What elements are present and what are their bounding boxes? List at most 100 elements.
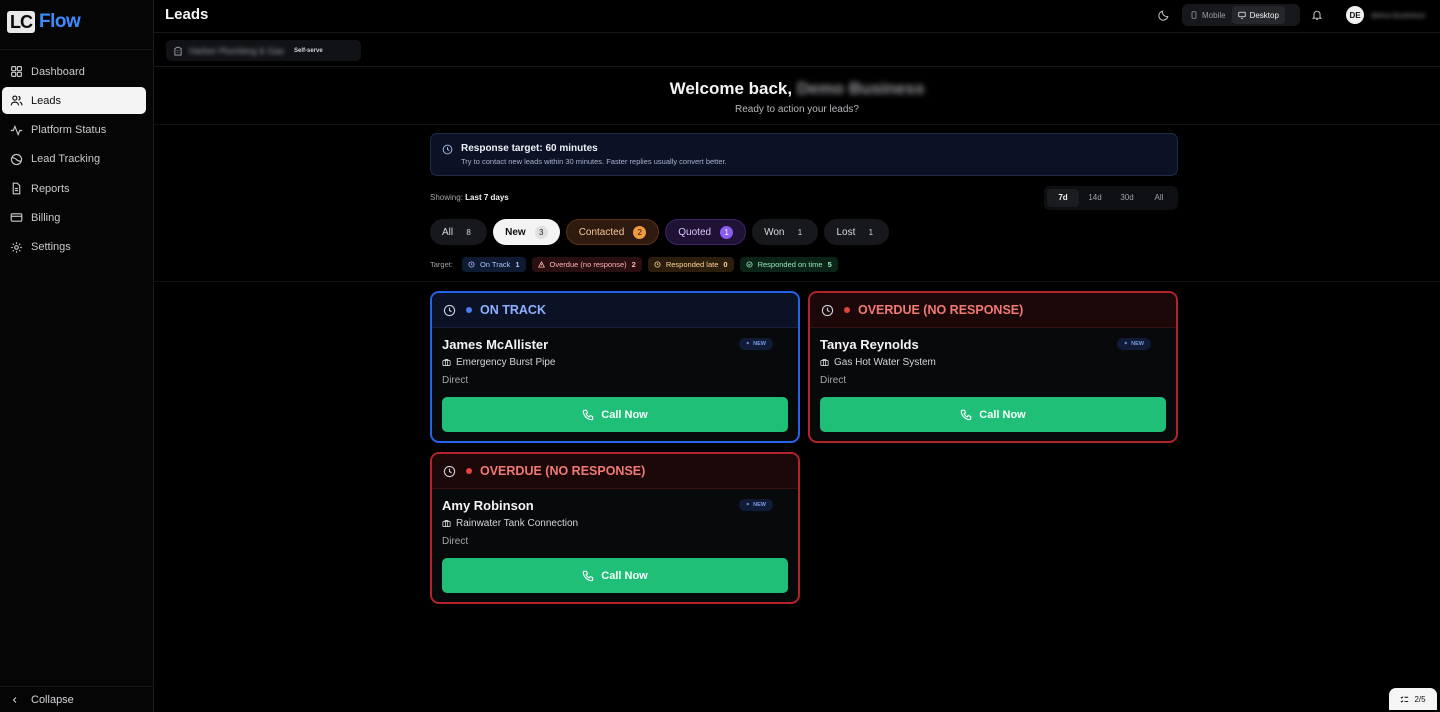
tab-count: 2 xyxy=(633,225,647,239)
lead-job-text: Rainwater Tank Connection xyxy=(456,518,579,529)
sidebar-item-leads[interactable]: Leads xyxy=(2,87,146,115)
lead-job: Gas Hot Water System xyxy=(820,357,936,368)
call-now-label: Call Now xyxy=(979,408,1026,421)
sidebar-item-settings[interactable]: Settings xyxy=(2,234,146,261)
sidebar-item-reports[interactable]: Reports xyxy=(2,175,146,202)
page-title: Leads xyxy=(165,6,209,23)
status-tabs: All 8 New 3 Contacted 2 Quoted 1 Won 1 L… xyxy=(430,219,890,245)
app-logo[interactable]: LC Flow xyxy=(7,11,81,33)
tab-count: 3 xyxy=(534,225,548,239)
desktop-view-label: Desktop xyxy=(1249,10,1279,20)
tab-quoted[interactable]: Quoted 1 xyxy=(665,219,747,245)
tab-new[interactable]: New 3 xyxy=(493,219,560,245)
business-bar: Harbor Plumbing & Gas Self-serve xyxy=(154,34,1440,67)
user-name[interactable]: demo-business xyxy=(1371,11,1425,20)
call-now-button[interactable]: Call Now xyxy=(442,558,788,593)
call-now-button[interactable]: Call Now xyxy=(442,397,788,432)
tab-count: 1 xyxy=(797,227,803,237)
moon-icon[interactable] xyxy=(1158,9,1170,21)
banner-title: Response target: 60 minutes xyxy=(461,143,598,154)
new-badge: ✦ NEW xyxy=(738,499,773,511)
sidebar-item-dashboard[interactable]: Dashboard xyxy=(2,58,146,85)
sidebar-item-platform-status[interactable]: Platform Status xyxy=(2,117,146,144)
logo-mark: LC xyxy=(7,11,35,33)
lead-card[interactable]: OVERDUE (NO RESPONSE) Tanya Reynolds ✦ N… xyxy=(808,291,1178,443)
range-30d-button[interactable]: 30d xyxy=(1111,189,1143,207)
alert-triangle-icon xyxy=(537,261,545,268)
target-chip-responded-late[interactable]: Responded late 0 xyxy=(647,257,734,272)
sidebar-item-billing[interactable]: Billing xyxy=(2,204,146,231)
status-dot xyxy=(844,307,850,313)
tab-count: 8 xyxy=(466,227,471,237)
sidebar-item-label: Platform Status xyxy=(31,124,107,137)
page-indicator-text: 2/5 xyxy=(1414,694,1426,704)
range-14d-button[interactable]: 14d xyxy=(1079,189,1111,207)
chip-count: 5 xyxy=(827,260,832,269)
avatar[interactable]: DE xyxy=(1346,6,1364,24)
lead-name: Amy Robinson xyxy=(442,498,534,513)
sidebar-divider xyxy=(0,49,154,50)
showing-label: Showing: xyxy=(430,193,463,202)
chevron-left-icon xyxy=(12,696,17,703)
briefcase-icon xyxy=(442,358,451,367)
credit-card-icon xyxy=(10,213,23,223)
collapse-button[interactable]: Collapse xyxy=(0,686,154,712)
lead-name: James McAllister xyxy=(442,337,549,352)
lead-name: Tanya Reynolds xyxy=(820,337,919,352)
sidebar-item-label: Lead Tracking xyxy=(31,153,101,166)
target-filters: Target: On Track 1 Overdue (no response)… xyxy=(430,257,838,272)
lead-job: Rainwater Tank Connection xyxy=(442,518,578,529)
new-badge: ✦ NEW xyxy=(738,338,773,350)
call-now-label: Call Now xyxy=(601,408,648,421)
range-all-button[interactable]: All xyxy=(1143,189,1175,207)
chip-label: Responded late xyxy=(665,260,719,269)
desktop-view-button[interactable]: Desktop xyxy=(1231,6,1285,24)
lead-status: OVERDUE (NO RESPONSE) xyxy=(480,464,646,478)
tab-count: 1 xyxy=(868,227,874,237)
clock-icon xyxy=(468,261,475,268)
plan-badge: Self-serve xyxy=(294,47,323,54)
target-chip-on-track[interactable]: On Track 1 xyxy=(461,257,526,272)
new-badge: ✦ NEW xyxy=(1116,338,1151,350)
showing-range: Showing: Last 7 days xyxy=(430,193,509,202)
smartphone-icon xyxy=(1191,11,1197,19)
clock-icon xyxy=(443,304,456,316)
target-icon xyxy=(10,153,23,165)
tab-label: Contacted xyxy=(578,226,625,238)
logo-text: Flow xyxy=(39,11,81,32)
target-chip-on-time[interactable]: Responded on time 5 xyxy=(739,257,838,272)
business-selector[interactable]: Harbor Plumbing & Gas Self-serve xyxy=(166,40,361,61)
chip-count: 2 xyxy=(631,260,636,269)
sidebar-item-label: Settings xyxy=(31,241,71,254)
badge-label: NEW xyxy=(753,502,766,508)
lead-card-header: ON TRACK xyxy=(432,293,798,328)
mobile-view-button[interactable]: Mobile xyxy=(1184,6,1232,24)
lead-card[interactable]: OVERDUE (NO RESPONSE) Amy Robinson ✦ NEW… xyxy=(430,452,800,604)
sidebar-item-lead-tracking[interactable]: Lead Tracking xyxy=(2,146,146,173)
building-icon xyxy=(174,45,182,55)
sidebar-item-label: Reports xyxy=(31,182,70,195)
chip-count: 1 xyxy=(515,260,520,269)
page-indicator[interactable]: 2/5 xyxy=(1389,688,1437,710)
target-chip-overdue[interactable]: Overdue (no response) 2 xyxy=(531,257,642,272)
tab-lost[interactable]: Lost 1 xyxy=(824,219,890,245)
sidebar-item-label: Dashboard xyxy=(31,65,85,78)
call-now-button[interactable]: Call Now xyxy=(820,397,1166,432)
sidebar: LC Flow Dashboard Leads Platform Status … xyxy=(0,0,154,712)
bell-icon[interactable] xyxy=(1311,9,1323,21)
grid-icon xyxy=(11,66,22,77)
status-dot xyxy=(466,307,472,313)
chip-count: 0 xyxy=(723,260,728,269)
business-name: Harbor Plumbing & Gas xyxy=(189,45,285,56)
section-divider xyxy=(154,281,1440,282)
briefcase-icon xyxy=(442,519,451,528)
tab-contacted[interactable]: Contacted 2 xyxy=(565,219,660,245)
range-7d-button[interactable]: 7d xyxy=(1047,189,1079,207)
sidebar-item-label: Leads xyxy=(31,94,61,107)
lead-card[interactable]: ON TRACK James McAllister ✦ NEW Emergenc… xyxy=(430,291,800,443)
tab-won[interactable]: Won 1 xyxy=(752,219,819,245)
tab-all[interactable]: All 8 xyxy=(430,219,488,245)
welcome-subtitle: Ready to action your leads? xyxy=(735,104,859,115)
call-now-label: Call Now xyxy=(601,569,648,582)
badge-label: NEW xyxy=(753,341,766,347)
